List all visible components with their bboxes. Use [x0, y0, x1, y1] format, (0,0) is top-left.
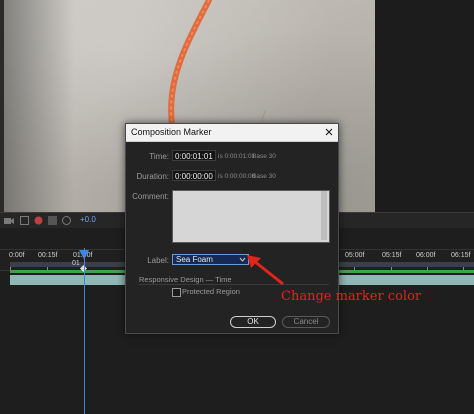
dialog-titlebar[interactable]: Composition Marker	[126, 124, 338, 142]
channel-icon[interactable]	[48, 216, 57, 225]
label-select-value: Sea Foam	[176, 255, 213, 264]
comment-label: Comment:	[132, 192, 169, 201]
tick-label: 0:00f	[9, 252, 25, 259]
time-field[interactable]: 0:00:01:01	[172, 150, 216, 161]
duration-field[interactable]: 0:00:00:00	[172, 170, 216, 181]
camera-icon[interactable]	[4, 216, 14, 225]
label-color-select[interactable]: Sea Foam	[172, 254, 249, 265]
protected-region-checkbox[interactable]	[172, 288, 181, 297]
comment-textarea[interactable]	[172, 190, 330, 243]
cancel-button[interactable]: Cancel	[282, 316, 330, 328]
exposure-icon[interactable]	[62, 216, 74, 225]
duration-base: Base 30	[252, 173, 276, 180]
annotation-arrow	[247, 255, 284, 286]
viewer-side-panel	[375, 0, 474, 214]
duration-note: is 0:00:00:00	[218, 173, 256, 180]
time-label: Time:	[149, 152, 169, 161]
time-base: Base 30	[252, 153, 276, 160]
comment-scrollbar[interactable]	[321, 191, 327, 240]
exposure-readout[interactable]: +0.0	[80, 215, 96, 224]
color-icon[interactable]	[34, 216, 43, 225]
tick-label: 05:00f	[345, 252, 365, 259]
snapshot-icon[interactable]	[20, 216, 29, 225]
close-icon[interactable]	[322, 125, 336, 139]
protected-region-label[interactable]: Protected Region	[182, 287, 240, 296]
tick-label: 06:00f	[416, 252, 436, 259]
duration-label: Duration:	[136, 172, 169, 181]
annotation-text: Change marker color	[281, 289, 422, 304]
marker-label: 01	[72, 260, 80, 267]
time-note: is 0:00:01:01	[218, 153, 256, 160]
label-label: Label:	[147, 256, 169, 265]
dialog-title: Composition Marker	[131, 127, 212, 137]
responsive-design-heading: Responsive Design — Time	[139, 275, 232, 284]
tick-label: 06:15f	[451, 252, 471, 259]
tick-label: 00:15f	[38, 252, 58, 259]
playhead-handle[interactable]	[79, 250, 89, 259]
tick-label: 05:15f	[382, 252, 402, 259]
ok-button[interactable]: OK	[230, 316, 276, 328]
playhead-line	[84, 248, 85, 414]
